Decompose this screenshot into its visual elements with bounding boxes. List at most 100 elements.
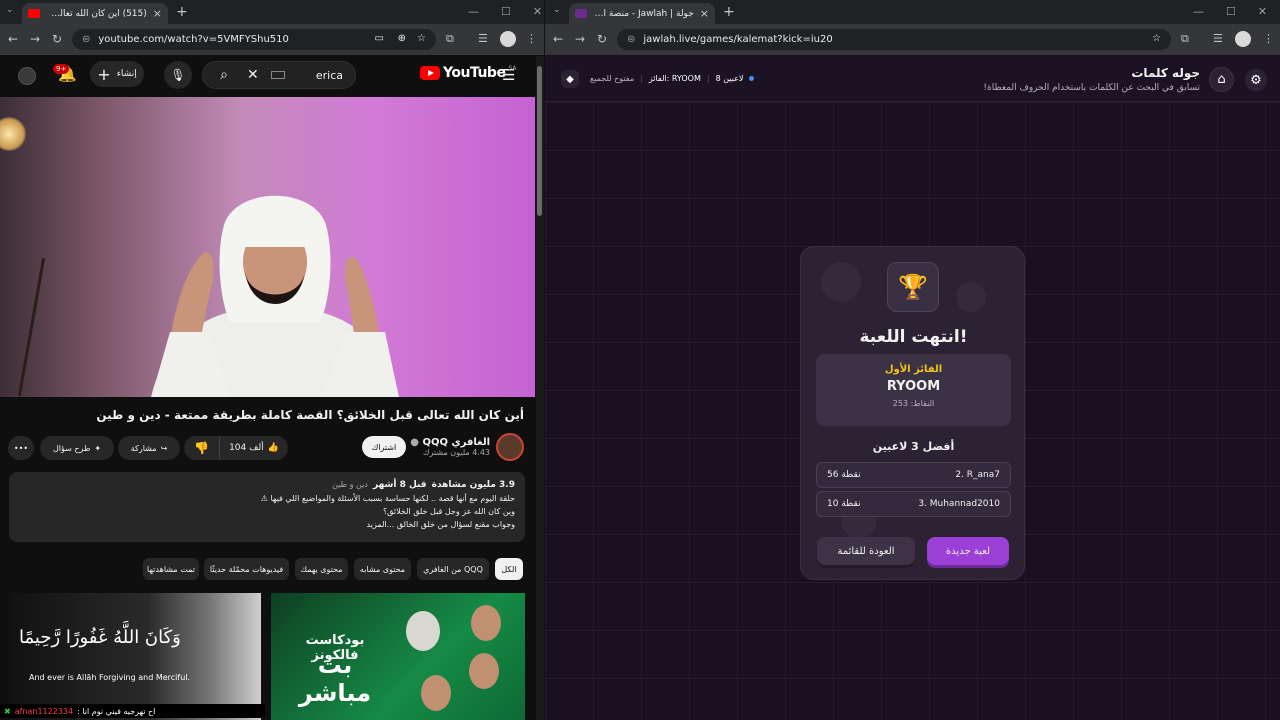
channel-name[interactable]: الغافري QQQ bbox=[422, 437, 490, 448]
address-bar: ← → ↻ ⊜ youtube.com/watch?v=5VMFYShu510 … bbox=[0, 24, 544, 55]
url-field[interactable]: ⊜ youtube.com/watch?v=5VMFYShu510 ▭ ⊕ ☆ bbox=[72, 29, 436, 50]
tab-groups-icon[interactable]: ☰ bbox=[1213, 32, 1223, 45]
tab-search-button[interactable]: ⌄ bbox=[553, 5, 561, 15]
chip-from-channel[interactable]: من الغافري QQQ bbox=[417, 558, 489, 580]
extensions-icon[interactable]: ⧉ bbox=[446, 32, 454, 46]
home-icon[interactable]: ⌂ bbox=[1209, 67, 1234, 92]
chat-message: : اح تهرجيه فيني نوم انا bbox=[77, 706, 156, 716]
game-over-heading: انتهت اللعبة! bbox=[859, 327, 968, 347]
leaderboard-row: 56 نقطة 2. R_ana7 bbox=[816, 462, 1011, 488]
share-label: مشاركة bbox=[130, 443, 157, 453]
url-text: jawlah.live/games/kalemat?kick=iu20 bbox=[643, 34, 833, 45]
like-button[interactable]: 104 ألف 👍 bbox=[220, 443, 288, 453]
description-line: وين كان الله عز وجل قبل خلق الخلائق؟ bbox=[382, 507, 515, 516]
tab-close-icon[interactable]: × bbox=[153, 7, 162, 20]
related-video-thumbnail[interactable]: بودكاست فالكونز بث مباشر bbox=[271, 593, 525, 720]
browser-menu-icon[interactable]: ⋮ bbox=[1263, 32, 1274, 45]
host-portrait bbox=[421, 675, 451, 711]
top-players-heading: أفضل 3 لاعبين bbox=[872, 440, 955, 453]
game-over-card: 🏆 انتهت اللعبة! الفائز الأول RYOOM النقا… bbox=[800, 246, 1025, 580]
new-tab-icon[interactable]: + bbox=[723, 4, 735, 20]
notification-badge: 9+ bbox=[53, 64, 70, 74]
window-controls: — ☐ ✕ bbox=[468, 5, 542, 18]
close-window-icon[interactable]: ✕ bbox=[533, 5, 542, 18]
ask-label: طرح سؤال bbox=[52, 443, 91, 453]
first-place-box: الفائز الأول RYOOM النقاط: 253 bbox=[816, 354, 1011, 426]
chat-username: afnan1122334 bbox=[14, 706, 74, 716]
verified-icon: ● bbox=[410, 437, 419, 448]
sparkle-icon: ✦ bbox=[94, 443, 102, 453]
winner-tag: الفائز: RYOOM bbox=[648, 74, 701, 83]
youtube-avatar[interactable] bbox=[18, 67, 36, 85]
subscriber-count: 4.43 مليون مشترك bbox=[422, 448, 490, 457]
new-tab-icon[interactable]: + bbox=[176, 4, 188, 20]
minimize-icon[interactable]: — bbox=[1193, 5, 1204, 18]
channel-avatar[interactable] bbox=[496, 433, 524, 461]
more-actions-icon[interactable]: ••• bbox=[8, 436, 34, 460]
keyboard-icon[interactable] bbox=[270, 71, 285, 79]
tab-search-button[interactable]: ⌄ bbox=[6, 5, 14, 15]
decor-bubble bbox=[956, 282, 986, 312]
voice-search-icon[interactable]: 🎙 bbox=[164, 61, 192, 89]
profile-avatar[interactable] bbox=[500, 31, 516, 47]
page-scrollbar[interactable] bbox=[536, 56, 544, 720]
site-info-icon[interactable]: ⊜ bbox=[82, 34, 90, 45]
plus-icon: + bbox=[97, 64, 111, 84]
cast-icon[interactable]: ▭ bbox=[375, 33, 384, 44]
dislike-icon[interactable]: 👎 bbox=[184, 436, 220, 460]
maximize-icon[interactable]: ☐ bbox=[1226, 5, 1236, 18]
url-field[interactable]: ⊜ jawlah.live/games/kalemat?kick=iu20 ☆ bbox=[617, 29, 1171, 50]
back-icon[interactable]: ← bbox=[8, 32, 18, 46]
youtube-logo[interactable]: YouTube SA bbox=[420, 65, 516, 81]
youtube-play-icon bbox=[420, 66, 440, 80]
country-code: SA bbox=[508, 64, 517, 72]
tab-youtube[interactable]: (515) أين كان الله تعالى قبل ا... × bbox=[22, 3, 168, 24]
video-player[interactable] bbox=[0, 97, 535, 397]
chip-recently-uploaded[interactable]: فيديوهات محمّلة حديثًا bbox=[204, 558, 289, 580]
forward-icon[interactable]: → bbox=[30, 32, 40, 46]
reload-icon[interactable]: ↻ bbox=[597, 32, 607, 46]
like-count: 104 ألف bbox=[229, 443, 264, 453]
chip-similar[interactable]: محتوى مشابه bbox=[354, 558, 411, 580]
chip-watched[interactable]: تمت مشاهدتها bbox=[143, 558, 199, 580]
tab-close-icon[interactable]: × bbox=[700, 7, 709, 20]
bookmark-star-icon[interactable]: ☆ bbox=[1152, 33, 1161, 44]
site-info-icon[interactable]: ⊜ bbox=[627, 34, 635, 45]
search-box[interactable]: ⌕ ✕ erica bbox=[202, 61, 356, 89]
tab-strip: ⌄ جولة | Jawlah - منصة الألعاب الج... × … bbox=[545, 0, 1280, 24]
view-count: 3.9 مليون مشاهدة bbox=[431, 480, 515, 490]
create-button[interactable]: + إنشاء bbox=[90, 61, 144, 87]
chip-for-you[interactable]: محتوى يهمك bbox=[295, 558, 348, 580]
search-icon[interactable]: ⌕ bbox=[203, 62, 245, 88]
host-portrait bbox=[471, 605, 501, 641]
tab-jawlah[interactable]: جولة | Jawlah - منصة الألعاب الج... × bbox=[569, 3, 715, 24]
close-window-icon[interactable]: ✕ bbox=[1258, 5, 1267, 18]
forward-icon[interactable]: → bbox=[575, 32, 585, 46]
chip-all[interactable]: الكل bbox=[495, 558, 523, 580]
back-to-list-button[interactable]: العودة للقائمة bbox=[817, 537, 915, 565]
back-icon[interactable]: ← bbox=[553, 32, 563, 46]
subscribe-button[interactable]: اشتراك bbox=[362, 436, 406, 458]
ask-button[interactable]: طرح سؤال ✦ bbox=[40, 436, 114, 460]
zoom-icon[interactable]: ⊕ bbox=[398, 33, 406, 44]
scrollbar-thumb[interactable] bbox=[537, 66, 542, 216]
bookmark-star-icon[interactable]: ☆ bbox=[417, 33, 426, 44]
youtube-masthead: ☰ YouTube SA ⌕ ✕ erica 🎙 + إنشاء 🔔 bbox=[0, 55, 544, 95]
description-line: حلقة اليوم مع أنها قصة .. لكنها حساسة بس… bbox=[260, 494, 515, 503]
chat-bubble-icon[interactable]: ◆ bbox=[561, 70, 579, 88]
minimize-icon[interactable]: — bbox=[468, 5, 479, 18]
search-input[interactable]: erica bbox=[316, 69, 343, 82]
first-place-label: الفائز الأول bbox=[884, 364, 943, 375]
settings-gear-icon[interactable]: ⚙ bbox=[1245, 69, 1267, 91]
clear-search-icon[interactable]: ✕ bbox=[247, 67, 259, 83]
share-button[interactable]: مشاركة ↪ bbox=[118, 436, 180, 460]
profile-avatar[interactable] bbox=[1235, 31, 1251, 47]
related-video-thumbnail[interactable]: وَكَانَ اللَّهُ غَفُورًا رَّحِيمًا And e… bbox=[9, 593, 261, 720]
extensions-icon[interactable]: ⧉ bbox=[1181, 32, 1189, 46]
reload-icon[interactable]: ↻ bbox=[52, 32, 62, 46]
video-description[interactable]: 3.9 مليون مشاهدة قبل 8 أشهر دين و طين حل… bbox=[9, 472, 525, 542]
new-game-button[interactable]: لعبة جديدة bbox=[927, 537, 1009, 565]
maximize-icon[interactable]: ☐ bbox=[501, 5, 511, 18]
browser-menu-icon[interactable]: ⋮ bbox=[526, 32, 537, 45]
tab-groups-icon[interactable]: ☰ bbox=[478, 32, 488, 45]
